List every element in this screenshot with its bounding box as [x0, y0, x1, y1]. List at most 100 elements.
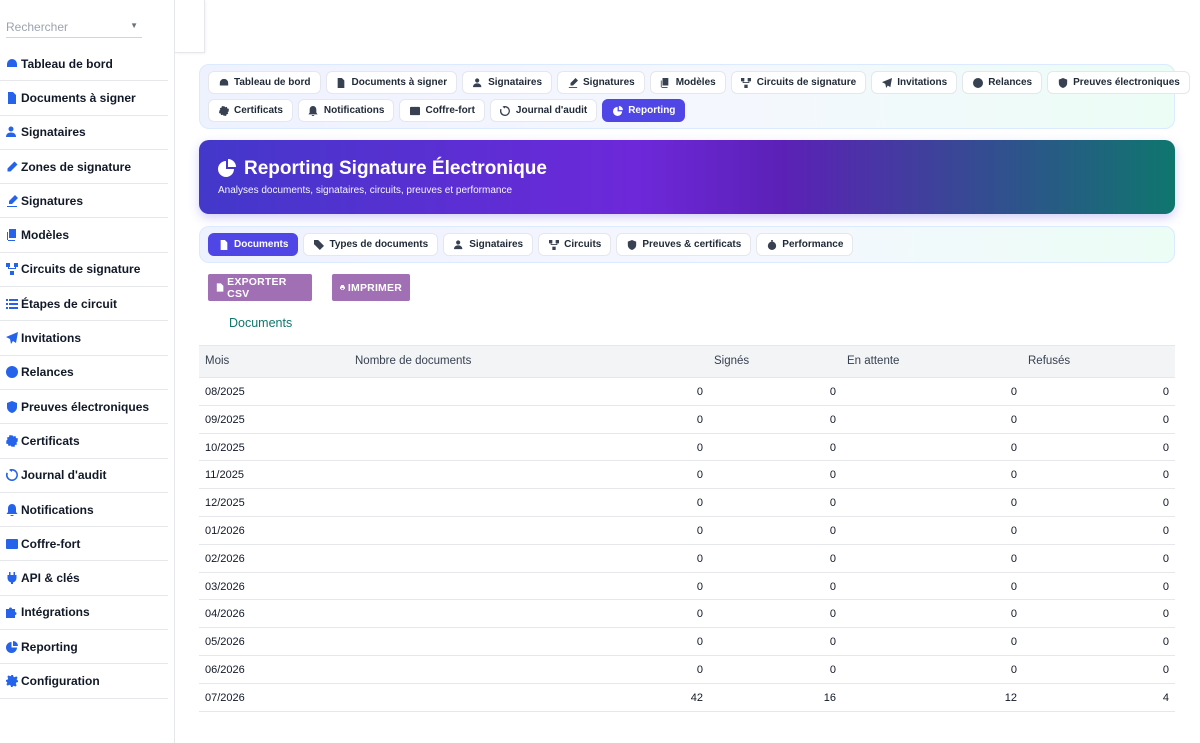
- export-csv-button[interactable]: EXPORTER CSV: [208, 274, 312, 301]
- search-select[interactable]: Rechercher ▼: [6, 18, 142, 38]
- printer-icon: [340, 285, 345, 290]
- table-cell: 0: [1010, 441, 1017, 454]
- subtab-documents[interactable]: Documents: [208, 233, 299, 256]
- tab-label: Signatures: [583, 77, 635, 88]
- subtab-types-de-documents[interactable]: Types de documents: [303, 233, 439, 256]
- copy-icon: [660, 77, 669, 88]
- sidebar-item-documents-a-signer[interactable]: Documents à signer: [0, 81, 168, 116]
- bell-icon: [6, 503, 17, 516]
- sidebar-item-preuves-electroniques[interactable]: Preuves électroniques: [0, 390, 168, 425]
- tab-row-2: Certificats Notifications Coffre-fort Journ…: [208, 99, 686, 122]
- tab-label: Circuits de signature: [756, 77, 857, 88]
- tab-signataires[interactable]: Signataires: [462, 71, 553, 94]
- page-title: Reporting Signature Électronique: [244, 158, 547, 179]
- tags-icon: [313, 239, 324, 250]
- sidebar-item-zones-de-signature[interactable]: Zones de signature: [0, 150, 168, 185]
- header-refuses[interactable]: Refusés: [1028, 355, 1070, 367]
- table-cell: 0: [1162, 469, 1169, 482]
- sidebar-item-invitations[interactable]: Invitations: [0, 321, 168, 356]
- puzzle-icon: [5, 606, 18, 619]
- sidebar: Rechercher ▼ Tableau de bord Documents à …: [0, 0, 175, 743]
- chevron-down-icon[interactable]: ▼: [130, 21, 138, 30]
- header-en-attente[interactable]: En attente: [847, 355, 899, 367]
- diagram-icon: [5, 263, 18, 276]
- header-signes[interactable]: Signés: [714, 355, 749, 367]
- sidebar-item-signatures[interactable]: Signatures: [0, 184, 168, 219]
- table-row: 03/2026 0 0 0 0: [199, 573, 1175, 601]
- file-icon: [216, 283, 224, 292]
- table-cell: 0: [1162, 524, 1169, 537]
- table-row: 09/2025 0 0 0 0: [199, 406, 1175, 434]
- tab-label: Certificats: [234, 105, 283, 116]
- sidebar-item-coffre-fort[interactable]: Coffre-fort: [0, 527, 168, 562]
- sidebar-item-integrations[interactable]: Intégrations: [0, 596, 168, 631]
- tab-journal-d-audit[interactable]: Journal d'audit: [489, 99, 598, 122]
- sidebar-item-etapes-de-circuit[interactable]: Étapes de circuit: [0, 287, 168, 322]
- tab-circuits-de-signature[interactable]: Circuits de signature: [730, 71, 867, 94]
- tab-relances[interactable]: Relances: [962, 71, 1043, 94]
- tab-coffre-fort[interactable]: Coffre-fort: [399, 99, 485, 122]
- table-cell: 0: [829, 524, 836, 537]
- sidebar-item-configuration[interactable]: Configuration: [0, 664, 168, 699]
- tab-label: Signataires: [469, 239, 524, 250]
- plug-icon: [5, 572, 18, 585]
- sidebar-item-modeles[interactable]: Modèles: [0, 218, 168, 253]
- sidebar-item-journal-d-audit[interactable]: Journal d'audit: [0, 459, 168, 493]
- tab-modeles[interactable]: Modèles: [649, 71, 726, 94]
- sidebar-item-circuits-de-signature[interactable]: Circuits de signature: [0, 253, 168, 288]
- header-mois[interactable]: Mois: [205, 355, 229, 367]
- pen-icon: [7, 161, 17, 172]
- tab-label: Types de documents: [329, 239, 429, 250]
- table-row: 06/2026 0 0 0 0: [199, 656, 1175, 684]
- table-cell: 0: [829, 552, 836, 565]
- subtab-performance[interactable]: Performance: [756, 233, 854, 256]
- table-cell: 0: [1162, 608, 1169, 621]
- search-placeholder: Rechercher: [6, 20, 69, 34]
- gauge-icon: [6, 58, 17, 67]
- vault-icon: [409, 106, 420, 115]
- header-nombre[interactable]: Nombre de documents: [355, 355, 471, 367]
- table-cell: 0: [829, 386, 836, 398]
- tab-certificats[interactable]: Certificats: [208, 99, 293, 122]
- tab-invitations[interactable]: Invitations: [871, 71, 958, 94]
- sidebar-item-notifications[interactable]: Notifications: [0, 493, 168, 528]
- sidebar-item-signataires[interactable]: Signataires: [0, 116, 168, 150]
- tab-label: Documents à signer: [351, 77, 448, 88]
- bell-icon: [5, 503, 18, 516]
- signature-icon: [5, 194, 18, 207]
- sidebar-item-api-cles[interactable]: API & clés: [0, 561, 168, 596]
- table-cell: 0: [696, 441, 703, 454]
- sidebar-item-label: Signatures: [21, 193, 84, 208]
- sidebar-item-label: Documents à signer: [21, 90, 136, 105]
- sidebar-item-tableau-de-bord[interactable]: Tableau de bord: [0, 47, 168, 82]
- table-cell: 0: [829, 497, 836, 510]
- list-icon: [5, 297, 18, 310]
- print-button[interactable]: IMPRIMER: [332, 274, 410, 301]
- table-header: Mois Nombre de documents Signés En atten…: [199, 345, 1175, 378]
- sidebar-item-certificats[interactable]: Certificats: [0, 424, 168, 459]
- gauge-icon: [219, 78, 228, 85]
- sidebar-item-label: Modèles: [21, 228, 70, 243]
- tab-documents-a-signer[interactable]: Documents à signer: [325, 71, 458, 94]
- user-pen-icon: [472, 77, 481, 87]
- subtab-circuits[interactable]: Circuits: [538, 233, 612, 256]
- chart-pie-icon: [218, 159, 236, 177]
- tab-tableau-de-bord[interactable]: Tableau de bord: [208, 71, 321, 94]
- file-icon: [336, 77, 347, 88]
- tab-signatures[interactable]: Signatures: [557, 71, 645, 94]
- subtab-preuves-certificats[interactable]: Preuves & certificats: [616, 233, 752, 256]
- section-title: Documents: [229, 316, 293, 330]
- sidebar-item-relances[interactable]: Relances: [0, 356, 168, 390]
- tab-notifications[interactable]: Notifications: [297, 99, 395, 122]
- certificate-icon: [218, 105, 229, 116]
- subtab-signataires[interactable]: Signataires: [443, 233, 534, 256]
- pen-icon: [5, 160, 18, 173]
- copy-icon: [5, 229, 16, 242]
- tab-preuves-electroniques[interactable]: Preuves électroniques: [1047, 71, 1190, 94]
- table-cell: 0: [696, 497, 703, 510]
- table-cell: 0: [829, 469, 836, 482]
- tab-label: Signataires: [488, 77, 543, 88]
- vault-icon: [5, 537, 18, 550]
- tab-reporting[interactable]: Reporting: [602, 99, 686, 122]
- sidebar-item-reporting[interactable]: Reporting: [0, 630, 168, 665]
